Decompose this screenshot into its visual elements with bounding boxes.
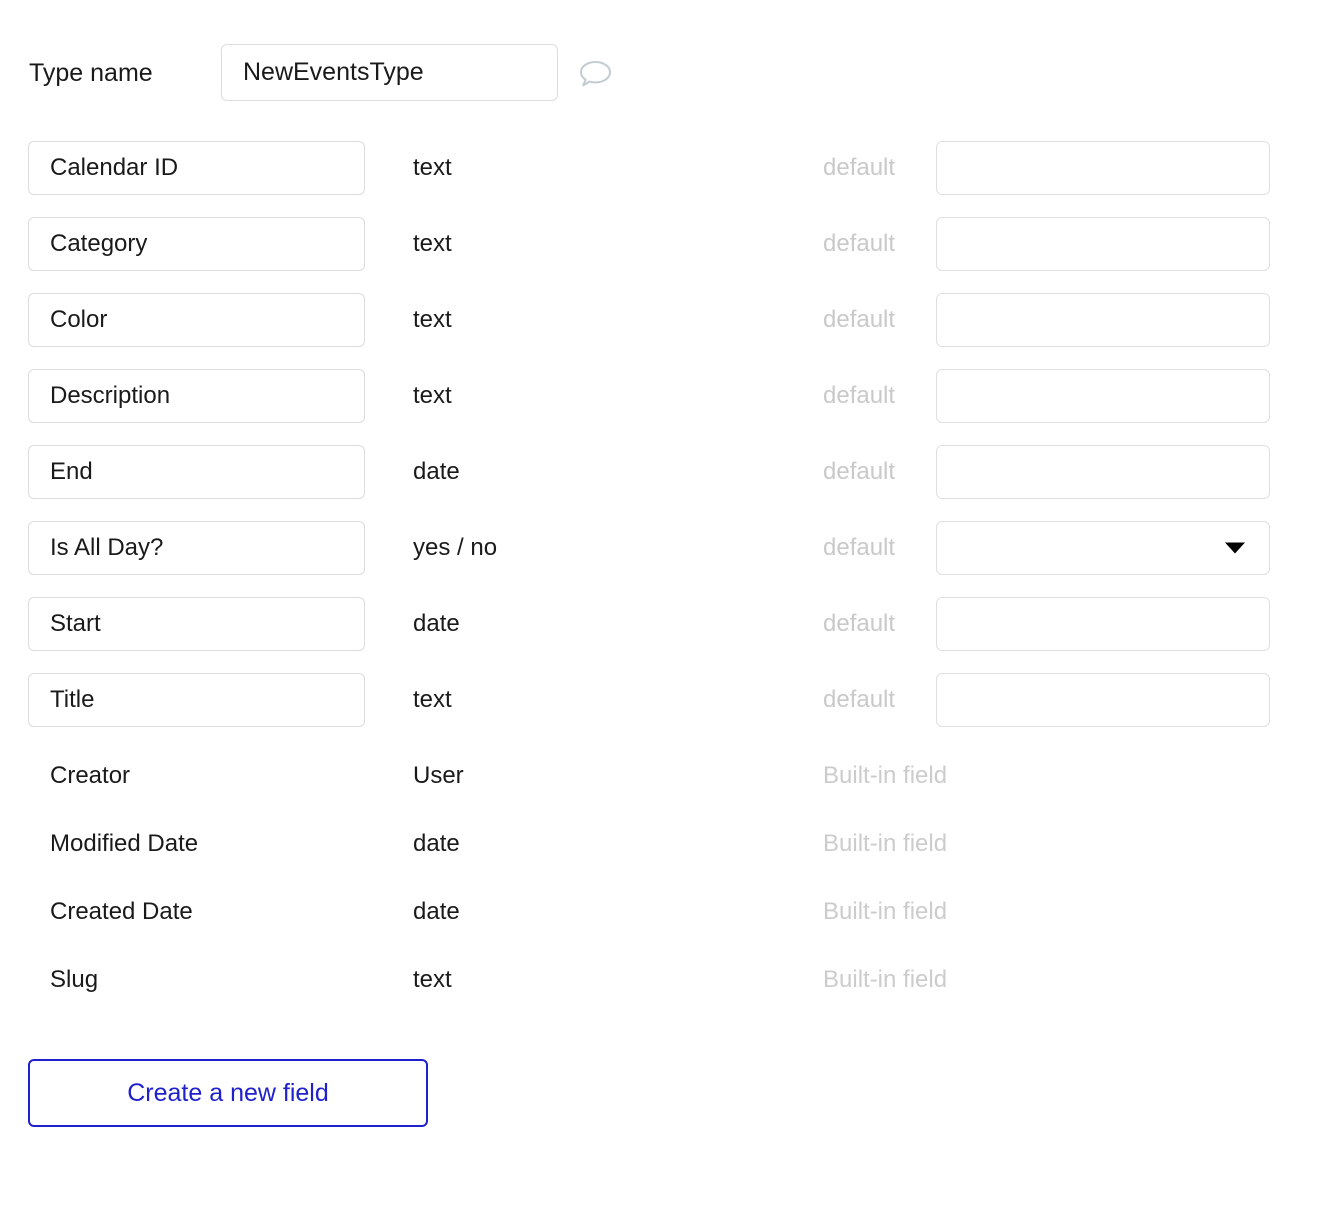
builtin-field-tag: Built-in field xyxy=(823,966,948,993)
builtin-field-type: User xyxy=(413,762,464,789)
field-name-input[interactable] xyxy=(28,141,365,195)
field-name-input[interactable] xyxy=(28,521,365,575)
field-default-input[interactable] xyxy=(936,369,1270,423)
field-default-label: default xyxy=(823,686,896,713)
field-default-input[interactable] xyxy=(936,141,1270,195)
field-type-label: text xyxy=(413,382,452,409)
field-type-label: date xyxy=(413,610,460,637)
field-name-input[interactable] xyxy=(28,293,365,347)
builtin-field-list: Creator User Built-in field Modified Date da… xyxy=(0,762,1338,1034)
field-row: text default xyxy=(0,369,1338,445)
builtin-field-tag: Built-in field xyxy=(823,898,948,925)
builtin-field-row: Created Date date Built-in field xyxy=(0,898,1338,966)
builtin-field-name: Creator xyxy=(50,762,131,789)
field-row: text default xyxy=(0,217,1338,293)
field-type-label: text xyxy=(413,230,452,257)
field-type-label: text xyxy=(413,306,452,333)
field-default-input[interactable] xyxy=(936,597,1270,651)
field-row: text default xyxy=(0,673,1338,749)
field-default-input[interactable] xyxy=(936,293,1270,347)
field-row: date default xyxy=(0,597,1338,673)
field-row: date default xyxy=(0,445,1338,521)
field-default-label: default xyxy=(823,382,896,409)
builtin-field-type: text xyxy=(413,966,452,993)
field-name-input[interactable] xyxy=(28,673,365,727)
field-default-label: default xyxy=(823,534,896,561)
field-type-label: date xyxy=(413,458,460,485)
create-a-new-field-button[interactable]: Create a new field xyxy=(28,1059,428,1127)
field-row: text default xyxy=(0,141,1338,217)
field-row: yes / no default xyxy=(0,521,1338,597)
type-editor-page: Type name text default text default text defa… xyxy=(0,0,1338,1226)
field-type-label: text xyxy=(413,686,452,713)
field-name-input[interactable] xyxy=(28,217,365,271)
type-name-row: Type name xyxy=(0,44,1338,102)
field-type-label: text xyxy=(413,154,452,181)
chevron-down-icon xyxy=(1225,542,1245,554)
field-name-input[interactable] xyxy=(28,369,365,423)
type-name-label: Type name xyxy=(29,58,153,87)
field-name-input[interactable] xyxy=(28,597,365,651)
builtin-field-tag: Built-in field xyxy=(823,830,948,857)
builtin-field-type: date xyxy=(413,898,460,925)
field-name-input[interactable] xyxy=(28,445,365,499)
builtin-field-name: Created Date xyxy=(50,898,193,925)
field-default-input[interactable] xyxy=(936,217,1270,271)
field-list: text default text default text default text def… xyxy=(0,141,1338,749)
type-name-input[interactable] xyxy=(221,44,558,101)
field-default-dropdown[interactable] xyxy=(936,521,1270,575)
field-default-label: default xyxy=(823,230,896,257)
builtin-field-tag: Built-in field xyxy=(823,762,948,789)
field-default-label: default xyxy=(823,306,896,333)
field-default-label: default xyxy=(823,458,896,485)
field-default-input[interactable] xyxy=(936,673,1270,727)
builtin-field-row: Creator User Built-in field xyxy=(0,762,1338,830)
builtin-field-name: Slug xyxy=(50,966,99,993)
builtin-field-name: Modified Date xyxy=(50,830,199,857)
field-row: text default xyxy=(0,293,1338,369)
field-default-label: default xyxy=(823,610,896,637)
builtin-field-row: Modified Date date Built-in field xyxy=(0,830,1338,898)
speech-bubble-icon[interactable] xyxy=(578,58,614,90)
field-default-input[interactable] xyxy=(936,445,1270,499)
builtin-field-row: Slug text Built-in field xyxy=(0,966,1338,1034)
field-default-label: default xyxy=(823,154,896,181)
field-type-label: yes / no xyxy=(413,534,498,561)
builtin-field-type: date xyxy=(413,830,460,857)
